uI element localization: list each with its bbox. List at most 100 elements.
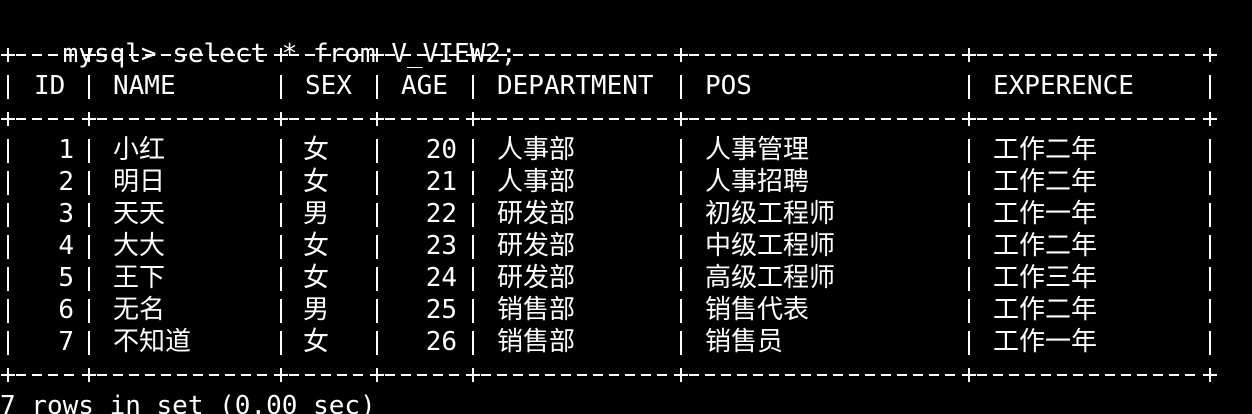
row-separator — [1209, 203, 1211, 227]
cell-pos: 销售代表 — [705, 295, 810, 325]
row-separator — [376, 299, 378, 323]
cell-name: 大大 — [113, 231, 166, 261]
cell-sex: 女 — [303, 167, 330, 197]
cell-age: 23 — [425, 231, 457, 261]
cell-sex: 男 — [303, 199, 330, 229]
header-separator — [7, 75, 9, 99]
row-separator — [88, 139, 90, 163]
row-separator — [88, 331, 90, 355]
row-separator — [88, 267, 90, 291]
row-separator — [1209, 235, 1211, 259]
cell-age: 22 — [425, 199, 457, 229]
row-separator — [968, 203, 970, 227]
row-separator — [1209, 331, 1211, 355]
row-separator — [680, 139, 682, 163]
cell-pos: 人事招聘 — [705, 167, 810, 197]
col-header-pos: POS — [705, 71, 752, 101]
row-separator — [680, 171, 682, 195]
row-separator — [472, 267, 474, 291]
row-separator — [280, 331, 282, 355]
row-separator — [968, 139, 970, 163]
table-border-line — [0, 102, 1252, 134]
col-header-experence: EXPERENCE — [993, 71, 1134, 101]
cell-sex: 女 — [303, 135, 330, 165]
row-separator — [7, 331, 9, 355]
row-separator — [376, 139, 378, 163]
cell-name: 天天 — [113, 199, 166, 229]
row-separator — [968, 267, 970, 291]
row-separator — [7, 139, 9, 163]
row-separator — [376, 267, 378, 291]
row-separator — [88, 299, 90, 323]
cell-pos: 初级工程师 — [705, 199, 836, 229]
table-border-line — [0, 38, 1252, 70]
cell-experence: 工作二年 — [993, 167, 1098, 197]
cell-pos: 高级工程师 — [705, 263, 836, 293]
border-dashes — [1, 112, 1217, 126]
row-separator — [280, 139, 282, 163]
border-dashes — [1, 48, 1217, 62]
row-separator — [680, 267, 682, 291]
row-separator — [1209, 139, 1211, 163]
cell-age: 25 — [425, 295, 457, 325]
row-separator — [88, 171, 90, 195]
cell-name: 小红 — [113, 135, 166, 165]
row-separator — [680, 299, 682, 323]
cell-name: 明日 — [113, 167, 166, 197]
header-separator — [1209, 75, 1211, 99]
row-separator — [680, 203, 682, 227]
cell-pos: 人事管理 — [705, 135, 810, 165]
cell-id: 5 — [58, 263, 74, 293]
header-separator — [968, 75, 970, 99]
header-separator — [376, 75, 378, 99]
row-separator — [376, 331, 378, 355]
cell-experence: 工作一年 — [993, 327, 1098, 357]
row-separator — [7, 203, 9, 227]
cell-name: 不知道 — [113, 327, 192, 357]
row-separator — [968, 299, 970, 323]
row-separator — [968, 235, 970, 259]
row-separator — [88, 203, 90, 227]
cell-sex: 女 — [303, 231, 330, 261]
row-separator — [376, 203, 378, 227]
cell-id: 3 — [58, 199, 74, 229]
cell-pos: 中级工程师 — [705, 231, 836, 261]
row-separator — [7, 299, 9, 323]
row-separator — [472, 299, 474, 323]
row-separator — [472, 331, 474, 355]
row-separator — [472, 235, 474, 259]
cell-id: 7 — [58, 327, 74, 357]
row-separator — [968, 171, 970, 195]
row-separator — [280, 267, 282, 291]
cell-age: 21 — [425, 167, 457, 197]
row-separator — [7, 171, 9, 195]
cell-department: 人事部 — [497, 167, 576, 197]
table-border-line — [0, 358, 1252, 390]
row-separator — [680, 235, 682, 259]
cell-experence: 工作二年 — [993, 135, 1098, 165]
cell-sex: 男 — [303, 295, 330, 325]
cell-pos: 销售员 — [705, 327, 784, 357]
row-separator — [1209, 267, 1211, 291]
cell-sex: 女 — [303, 263, 330, 293]
cell-experence: 工作二年 — [993, 231, 1098, 261]
row-separator — [376, 235, 378, 259]
row-separator — [280, 235, 282, 259]
cell-age: 20 — [425, 135, 457, 165]
row-separator — [7, 235, 9, 259]
cell-id: 1 — [58, 135, 74, 165]
row-separator — [968, 331, 970, 355]
command-line: mysql> select * from V_VIEW2; — [0, 6, 517, 69]
cell-experence: 工作一年 — [993, 199, 1098, 229]
row-separator — [472, 171, 474, 195]
cell-department: 研发部 — [497, 263, 576, 293]
cell-id: 2 — [58, 167, 74, 197]
cell-department: 人事部 — [497, 135, 576, 165]
cell-name: 王下 — [113, 263, 166, 293]
border-dashes — [1, 368, 1217, 382]
cell-experence: 工作二年 — [993, 295, 1098, 325]
cell-id: 4 — [58, 231, 74, 261]
header-separator — [472, 75, 474, 99]
cell-department: 研发部 — [497, 231, 576, 261]
result-footer: 7 rows in set (0.00 sec) — [0, 391, 376, 414]
